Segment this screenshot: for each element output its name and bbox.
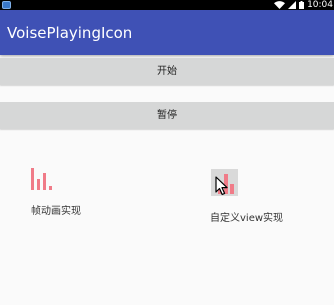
action-bar: VoisePlayingIcon [0, 10, 334, 55]
pause-button[interactable]: 暂停 [0, 102, 334, 129]
custom-bar-3 [230, 184, 234, 194]
wifi-icon [274, 1, 286, 9]
frame-bar-4 [49, 186, 52, 190]
battery-icon [299, 1, 305, 9]
start-button[interactable]: 开始 [0, 58, 334, 85]
signal-icon [288, 1, 297, 9]
frame-bar-2 [37, 179, 40, 190]
page-title: VoisePlayingIcon [7, 24, 133, 42]
frame-animation-label: 帧动画实现 [31, 206, 81, 217]
frame-animation-icon [31, 168, 53, 190]
custom-view-label: 自定义view实现 [210, 213, 284, 224]
app-notification-icon [2, 1, 11, 9]
frame-bar-3 [43, 173, 46, 190]
frame-bar-1 [31, 168, 34, 190]
mouse-cursor-icon [215, 176, 228, 196]
status-icons: 10:04 [274, 0, 334, 10]
status-time: 10:04 [307, 0, 333, 10]
status-bar: 10:04 [0, 0, 334, 10]
